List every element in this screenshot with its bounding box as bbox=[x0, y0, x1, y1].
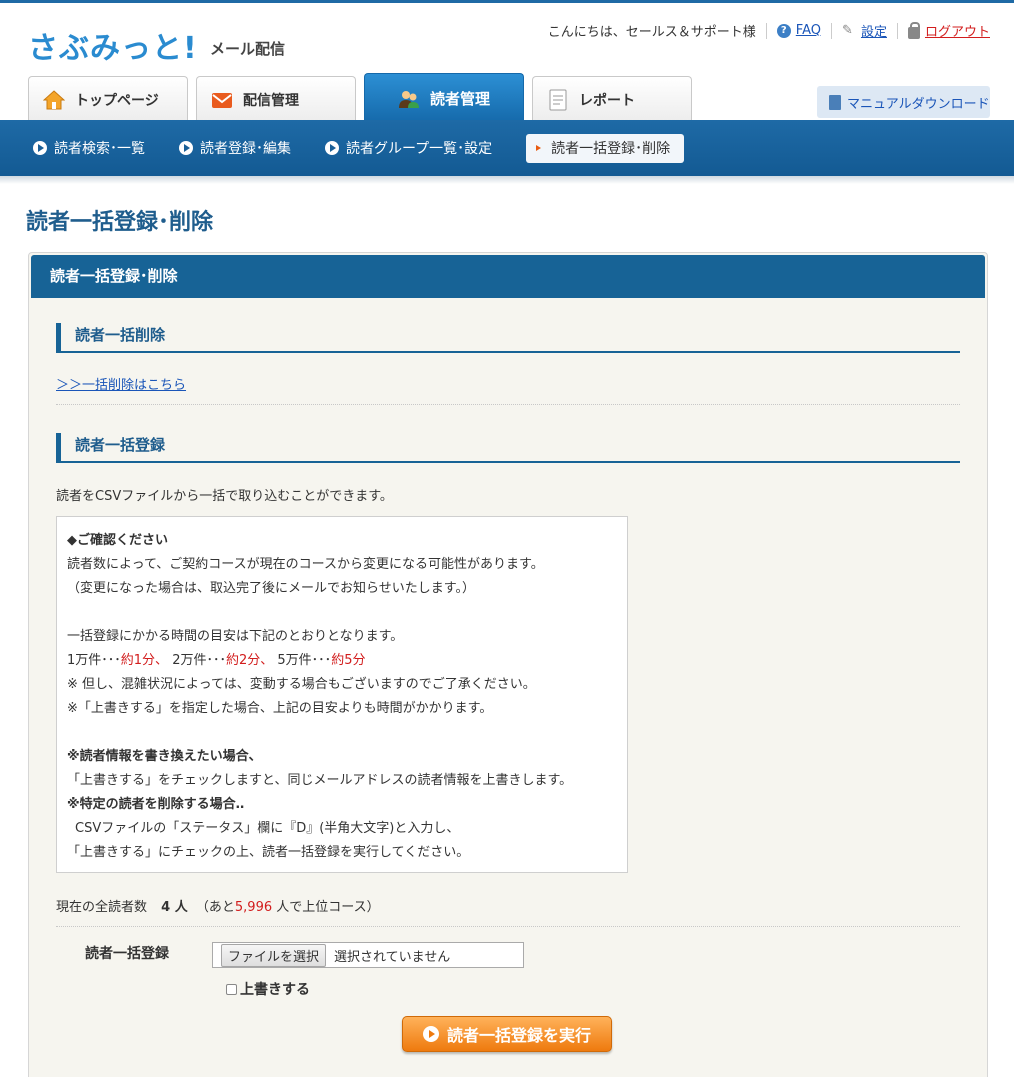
subnav-label: 読者グループ一覧･設定 bbox=[346, 141, 493, 157]
logo-subtitle: メール配信 bbox=[210, 40, 286, 58]
time-value: 約1分、 bbox=[120, 653, 169, 668]
users-icon bbox=[398, 88, 420, 110]
content-panel: 読者一括登録･削除 読者一括削除 ＞＞一括削除はこちら 読者一括登録 読者をCS… bbox=[28, 252, 988, 1077]
logo[interactable]: さぶみっと! bbox=[28, 23, 198, 67]
file-input[interactable]: ファイルを選択 選択されていません bbox=[212, 942, 524, 968]
overwrite-label: 上書きする bbox=[240, 982, 310, 998]
notice-time-estimates: 1万件･･･約1分、 2万件･･･約2分、 5万件･･･約5分 bbox=[67, 649, 617, 673]
notice-bold-text: ※特定の読者を削除する場合‥ bbox=[67, 797, 245, 812]
play-icon bbox=[422, 1026, 439, 1042]
greeting-text: こんにちは、セールス＆サポート様 bbox=[547, 25, 756, 40]
subnav-label: 読者登録･編集 bbox=[200, 141, 291, 157]
upload-label: 読者一括登録 bbox=[85, 946, 169, 962]
divider bbox=[830, 22, 832, 39]
subnav-reader-register[interactable]: 読者登録･編集 bbox=[179, 138, 291, 158]
tab-label: トップページ bbox=[75, 93, 159, 109]
time-label: 2万件･･･ bbox=[172, 653, 226, 668]
play-icon bbox=[179, 141, 193, 155]
notice-heading: ◆ご確認ください bbox=[67, 533, 168, 548]
notice-text: 一括登録にかかる時間の目安は下記のとおりとなります。 bbox=[67, 629, 404, 644]
overwrite-option[interactable]: 上書きする bbox=[226, 979, 310, 999]
time-label: 5万件･･･ bbox=[277, 653, 332, 668]
subnav-label: 読者検索･一覧 bbox=[54, 141, 145, 157]
time-label: 1万件･･･ bbox=[67, 653, 121, 668]
book-icon bbox=[829, 94, 841, 110]
divider bbox=[765, 22, 767, 39]
bulk-delete-link[interactable]: ＞＞一括削除はこちら bbox=[56, 374, 186, 393]
notice-text: ※ 但し、混雑状況によっては、変動する場合もございますのでご了承ください。 bbox=[67, 677, 536, 692]
notice-text: 「上書きする」をチェックしますと、同じメールアドレスの読者情報を上書きします。 bbox=[67, 773, 573, 788]
manual-download-link[interactable]: マニュアルダウンロード bbox=[847, 93, 990, 112]
divider bbox=[56, 404, 960, 405]
file-status: 選択されていません bbox=[334, 949, 451, 965]
play-icon bbox=[33, 141, 47, 155]
divider bbox=[56, 926, 960, 927]
divider bbox=[896, 22, 898, 39]
notice-text: ※「上書きする」を指定した場合、上記の目安よりも時間がかかります。 bbox=[67, 701, 493, 716]
lock-icon bbox=[907, 21, 920, 39]
count-remaining: 5,996 bbox=[234, 900, 273, 915]
subnav-label: 読者一括登録･削除 bbox=[551, 141, 671, 157]
tab-label: 読者管理 bbox=[429, 90, 490, 108]
page-title: 読者一括登録･削除 bbox=[26, 210, 214, 235]
reader-count: 現在の全読者数 4 人 （あと5,996 人で上位コース） bbox=[56, 896, 380, 915]
header: さぶみっと! メール配信 こんにちは、セールス＆サポート様 ? FAQ ✎ 設定… bbox=[0, 3, 1014, 123]
subnav-shadow bbox=[0, 176, 1014, 184]
notice-text: CSVファイルの「ステータス」欄に『D』(半角大文字)と入力し、 bbox=[75, 821, 460, 836]
tab-top-page[interactable]: トップページ bbox=[28, 76, 188, 123]
top-links: こんにちは、セールス＆サポート様 ? FAQ ✎ 設定 ログアウト bbox=[548, 21, 990, 40]
arrow-right-icon bbox=[536, 145, 542, 151]
execute-bulk-register-button[interactable]: 読者一括登録を実行 bbox=[402, 1016, 612, 1052]
report-icon bbox=[547, 89, 569, 111]
count-value: 4 人 bbox=[161, 900, 188, 915]
count-middle: （あと bbox=[195, 900, 235, 915]
notice-text: （変更になった場合は、取込完了後にメールでお知らせいたします。） bbox=[67, 581, 475, 596]
time-value: 約5分 bbox=[331, 653, 366, 668]
notice-text: 読者数によって、ご契約コースが現在のコースから変更になる可能性があります。 bbox=[67, 557, 544, 572]
section-title-bulk-delete: 読者一括削除 bbox=[56, 323, 960, 353]
count-suffix: 人で上位コース） bbox=[276, 900, 380, 915]
settings-link[interactable]: 設定 bbox=[861, 21, 887, 40]
subnav-bulk-register[interactable]: 読者一括登録･削除 bbox=[526, 133, 685, 163]
execute-label: 読者一括登録を実行 bbox=[446, 1026, 591, 1045]
main-tabs: トップページ 配信管理 読者管理 レポート bbox=[28, 73, 692, 123]
register-description: 読者をCSVファイルから一括で取り込むことができます。 bbox=[56, 489, 393, 504]
subnav-reader-groups[interactable]: 読者グループ一覧･設定 bbox=[325, 138, 492, 158]
mail-icon bbox=[211, 89, 233, 111]
notice-box: ◆ご確認ください 読者数によって、ご契約コースが現在のコースから変更になる可能性… bbox=[56, 516, 628, 873]
sub-navigation: 読者検索･一覧 読者登録･編集 読者グループ一覧･設定 読者一括登録･削除 bbox=[0, 120, 1014, 176]
panel-title: 読者一括登録･削除 bbox=[31, 255, 985, 298]
faq-link[interactable]: FAQ bbox=[796, 23, 821, 38]
home-icon bbox=[43, 89, 65, 111]
tab-readers[interactable]: 読者管理 bbox=[364, 73, 524, 123]
choose-file-button[interactable]: ファイルを選択 bbox=[221, 943, 327, 967]
subnav-reader-search[interactable]: 読者検索･一覧 bbox=[33, 138, 145, 158]
wrench-icon: ✎ bbox=[841, 22, 853, 38]
tab-label: 配信管理 bbox=[243, 93, 299, 109]
notice-bold-text: ※読者情報を書き換えたい場合、 bbox=[67, 749, 262, 764]
tab-report[interactable]: レポート bbox=[532, 76, 692, 123]
time-value: 約2分、 bbox=[225, 653, 274, 668]
notice-text: 「上書きする」にチェックの上、読者一括登録を実行してください。 bbox=[67, 845, 470, 860]
manual-download[interactable]: マニュアルダウンロード bbox=[817, 86, 990, 118]
logout-link[interactable]: ログアウト bbox=[925, 21, 990, 40]
tab-delivery[interactable]: 配信管理 bbox=[196, 76, 356, 123]
overwrite-checkbox[interactable] bbox=[226, 983, 237, 995]
section-title-bulk-register: 読者一括登録 bbox=[56, 433, 960, 463]
help-icon: ? bbox=[776, 23, 791, 38]
tab-label: レポート bbox=[579, 93, 635, 109]
play-icon bbox=[325, 141, 339, 155]
count-prefix: 現在の全読者数 bbox=[56, 900, 148, 915]
